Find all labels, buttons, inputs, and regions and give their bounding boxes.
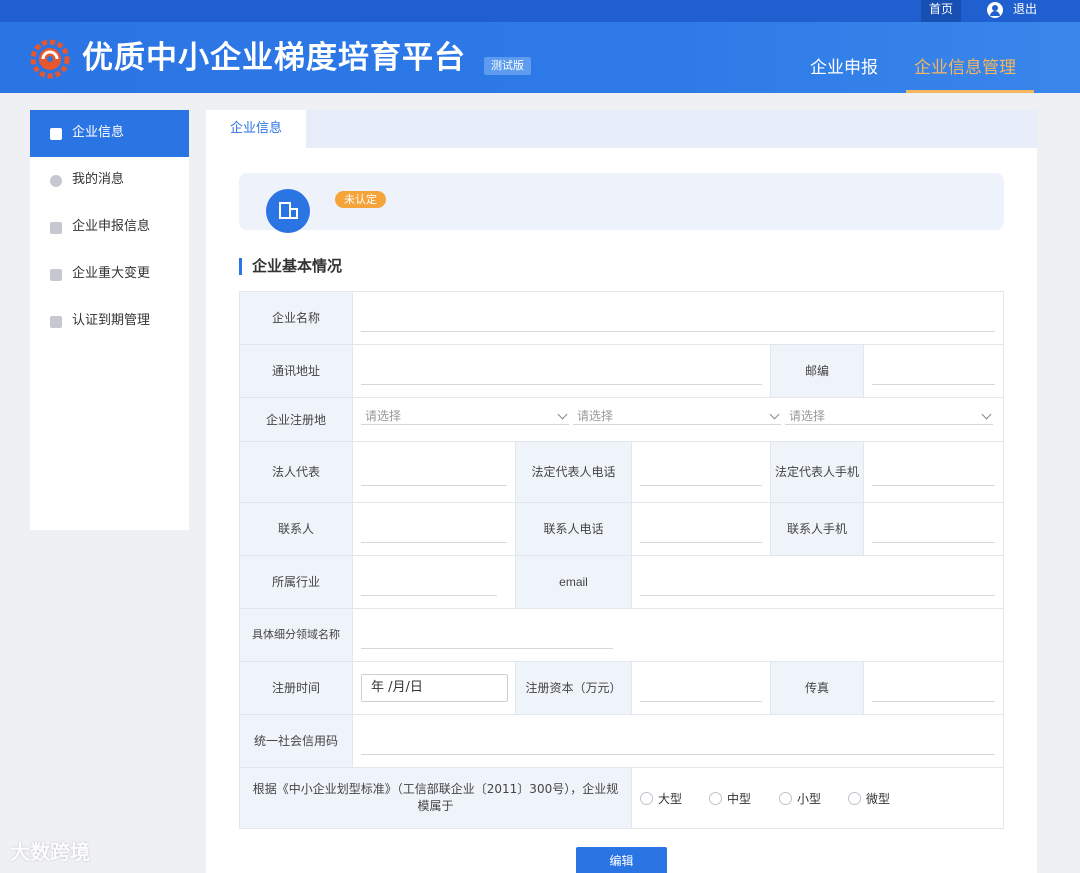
label-fax: 传真	[771, 662, 864, 715]
document-icon	[50, 269, 62, 281]
label-reg-place: 企业注册地	[240, 398, 353, 442]
label-company-name: 企业名称	[240, 292, 353, 345]
sidebar-item-messages[interactable]: 我的消息	[30, 157, 189, 204]
label-subfield: 具体细分领域名称	[240, 609, 353, 662]
sidebar-item-expiry[interactable]: 认证到期管理	[30, 298, 189, 345]
label-reg-time: 注册时间	[240, 662, 353, 715]
tab-company-info[interactable]: 企业信息	[206, 110, 306, 148]
label-contact-mobile: 联系人手机	[771, 503, 864, 556]
label-address: 通讯地址	[240, 345, 353, 398]
edit-doc-icon	[50, 222, 62, 234]
sidebar-item-company-info[interactable]: 企业信息	[30, 110, 189, 157]
radio-circle	[709, 792, 722, 805]
bookmark-icon	[50, 316, 62, 328]
company-size-options: 大型 中型 小型 微型	[632, 768, 1004, 829]
label-email: email	[516, 556, 632, 609]
logout-link[interactable]: 退出	[1013, 0, 1037, 18]
radio-circle	[779, 792, 792, 805]
home-link[interactable]: 首页	[921, 0, 961, 22]
nav-active-indicator	[906, 90, 1034, 93]
legal-rep-mobile-field[interactable]	[864, 442, 1004, 503]
section-title: 企业基本情况	[239, 258, 342, 275]
chevron-down-icon	[557, 409, 568, 420]
province-select[interactable]: 请选择	[361, 409, 569, 425]
city-select[interactable]: 请选择	[573, 409, 781, 425]
legal-rep-field[interactable]	[353, 442, 516, 503]
company-name-field[interactable]	[353, 292, 1004, 345]
sidebar-item-label: 企业信息	[72, 125, 125, 140]
email-field[interactable]	[632, 556, 1004, 609]
radio-micro[interactable]: 微型	[848, 792, 890, 806]
contact-phone-field[interactable]	[632, 503, 771, 556]
subfield-field[interactable]	[353, 609, 1004, 662]
radio-medium[interactable]: 中型	[709, 792, 751, 806]
beta-badge: 测试版	[484, 57, 531, 75]
sidebar-item-label: 企业申报信息	[72, 219, 151, 234]
top-strip: 首页 退出	[0, 0, 1080, 22]
label-legal-rep: 法人代表	[240, 442, 353, 503]
label-credit-code: 统一社会信用码	[240, 715, 353, 768]
label-legal-rep-mobile: 法定代表人手机	[771, 442, 864, 503]
watermark: 大数跨境	[10, 840, 90, 864]
site-title: 优质中小企业梯度培育平台	[82, 40, 466, 76]
radio-large[interactable]: 大型	[640, 792, 682, 806]
user-icon[interactable]	[987, 2, 1003, 18]
radio-circle	[848, 792, 861, 805]
company-avatar	[266, 189, 310, 233]
radio-small[interactable]: 小型	[779, 792, 821, 806]
company-banner: 未认定	[239, 173, 1004, 233]
sidebar-item-apply-info[interactable]: 企业申报信息	[30, 204, 189, 251]
reg-time-cell: 年 /月/日	[353, 662, 516, 715]
contact-mobile-field[interactable]	[864, 503, 1004, 556]
site-logo-icon	[30, 39, 70, 79]
credit-code-field[interactable]	[353, 715, 1004, 768]
status-badge: 未认定	[335, 191, 386, 208]
chevron-down-icon	[769, 409, 780, 420]
label-industry: 所属行业	[240, 556, 353, 609]
reg-place-selects: 请选择 请选择 请选择	[353, 398, 1004, 442]
reg-capital-field[interactable]	[632, 662, 771, 715]
site-header: 优质中小企业梯度培育平台 测试版 企业申报 企业信息管理	[0, 22, 1080, 93]
chevron-down-icon	[981, 409, 992, 420]
legal-rep-phone-field[interactable]	[632, 442, 771, 503]
nav-enterprise-apply[interactable]: 企业申报	[810, 56, 878, 80]
sidebar-item-label: 认证到期管理	[72, 313, 151, 328]
label-legal-rep-phone: 法定代表人电话	[516, 442, 632, 503]
contact-field[interactable]	[353, 503, 516, 556]
label-contact: 联系人	[240, 503, 353, 556]
sidebar-item-label: 我的消息	[72, 172, 125, 187]
sidebar: 企业信息 我的消息 企业申报信息 企业重大变更 认证到期管理	[30, 110, 189, 530]
nav-enterprise-info[interactable]: 企业信息管理	[914, 56, 1016, 80]
tab-bar: 企业信息	[206, 110, 1037, 148]
radio-circle	[640, 792, 653, 805]
building-icon	[50, 128, 62, 140]
sidebar-item-label: 企业重大变更	[72, 266, 151, 281]
district-select[interactable]: 请选择	[785, 409, 993, 425]
postcode-field[interactable]	[864, 345, 1004, 398]
sidebar-item-major-change[interactable]: 企业重大变更	[30, 251, 189, 298]
label-contact-phone: 联系人电话	[516, 503, 632, 556]
label-reg-capital: 注册资本（万元）	[516, 662, 632, 715]
address-field[interactable]	[353, 345, 771, 398]
label-company-size: 根据《中小企业划型标准》（工信部联企业〔2011〕300号），企业规模属于	[240, 768, 632, 829]
message-icon	[50, 175, 62, 187]
industry-field[interactable]	[353, 556, 516, 609]
fax-field[interactable]	[864, 662, 1004, 715]
reg-date-input[interactable]: 年 /月/日	[361, 674, 508, 702]
label-postcode: 邮编	[771, 345, 864, 398]
edit-button[interactable]: 编辑	[576, 847, 667, 873]
